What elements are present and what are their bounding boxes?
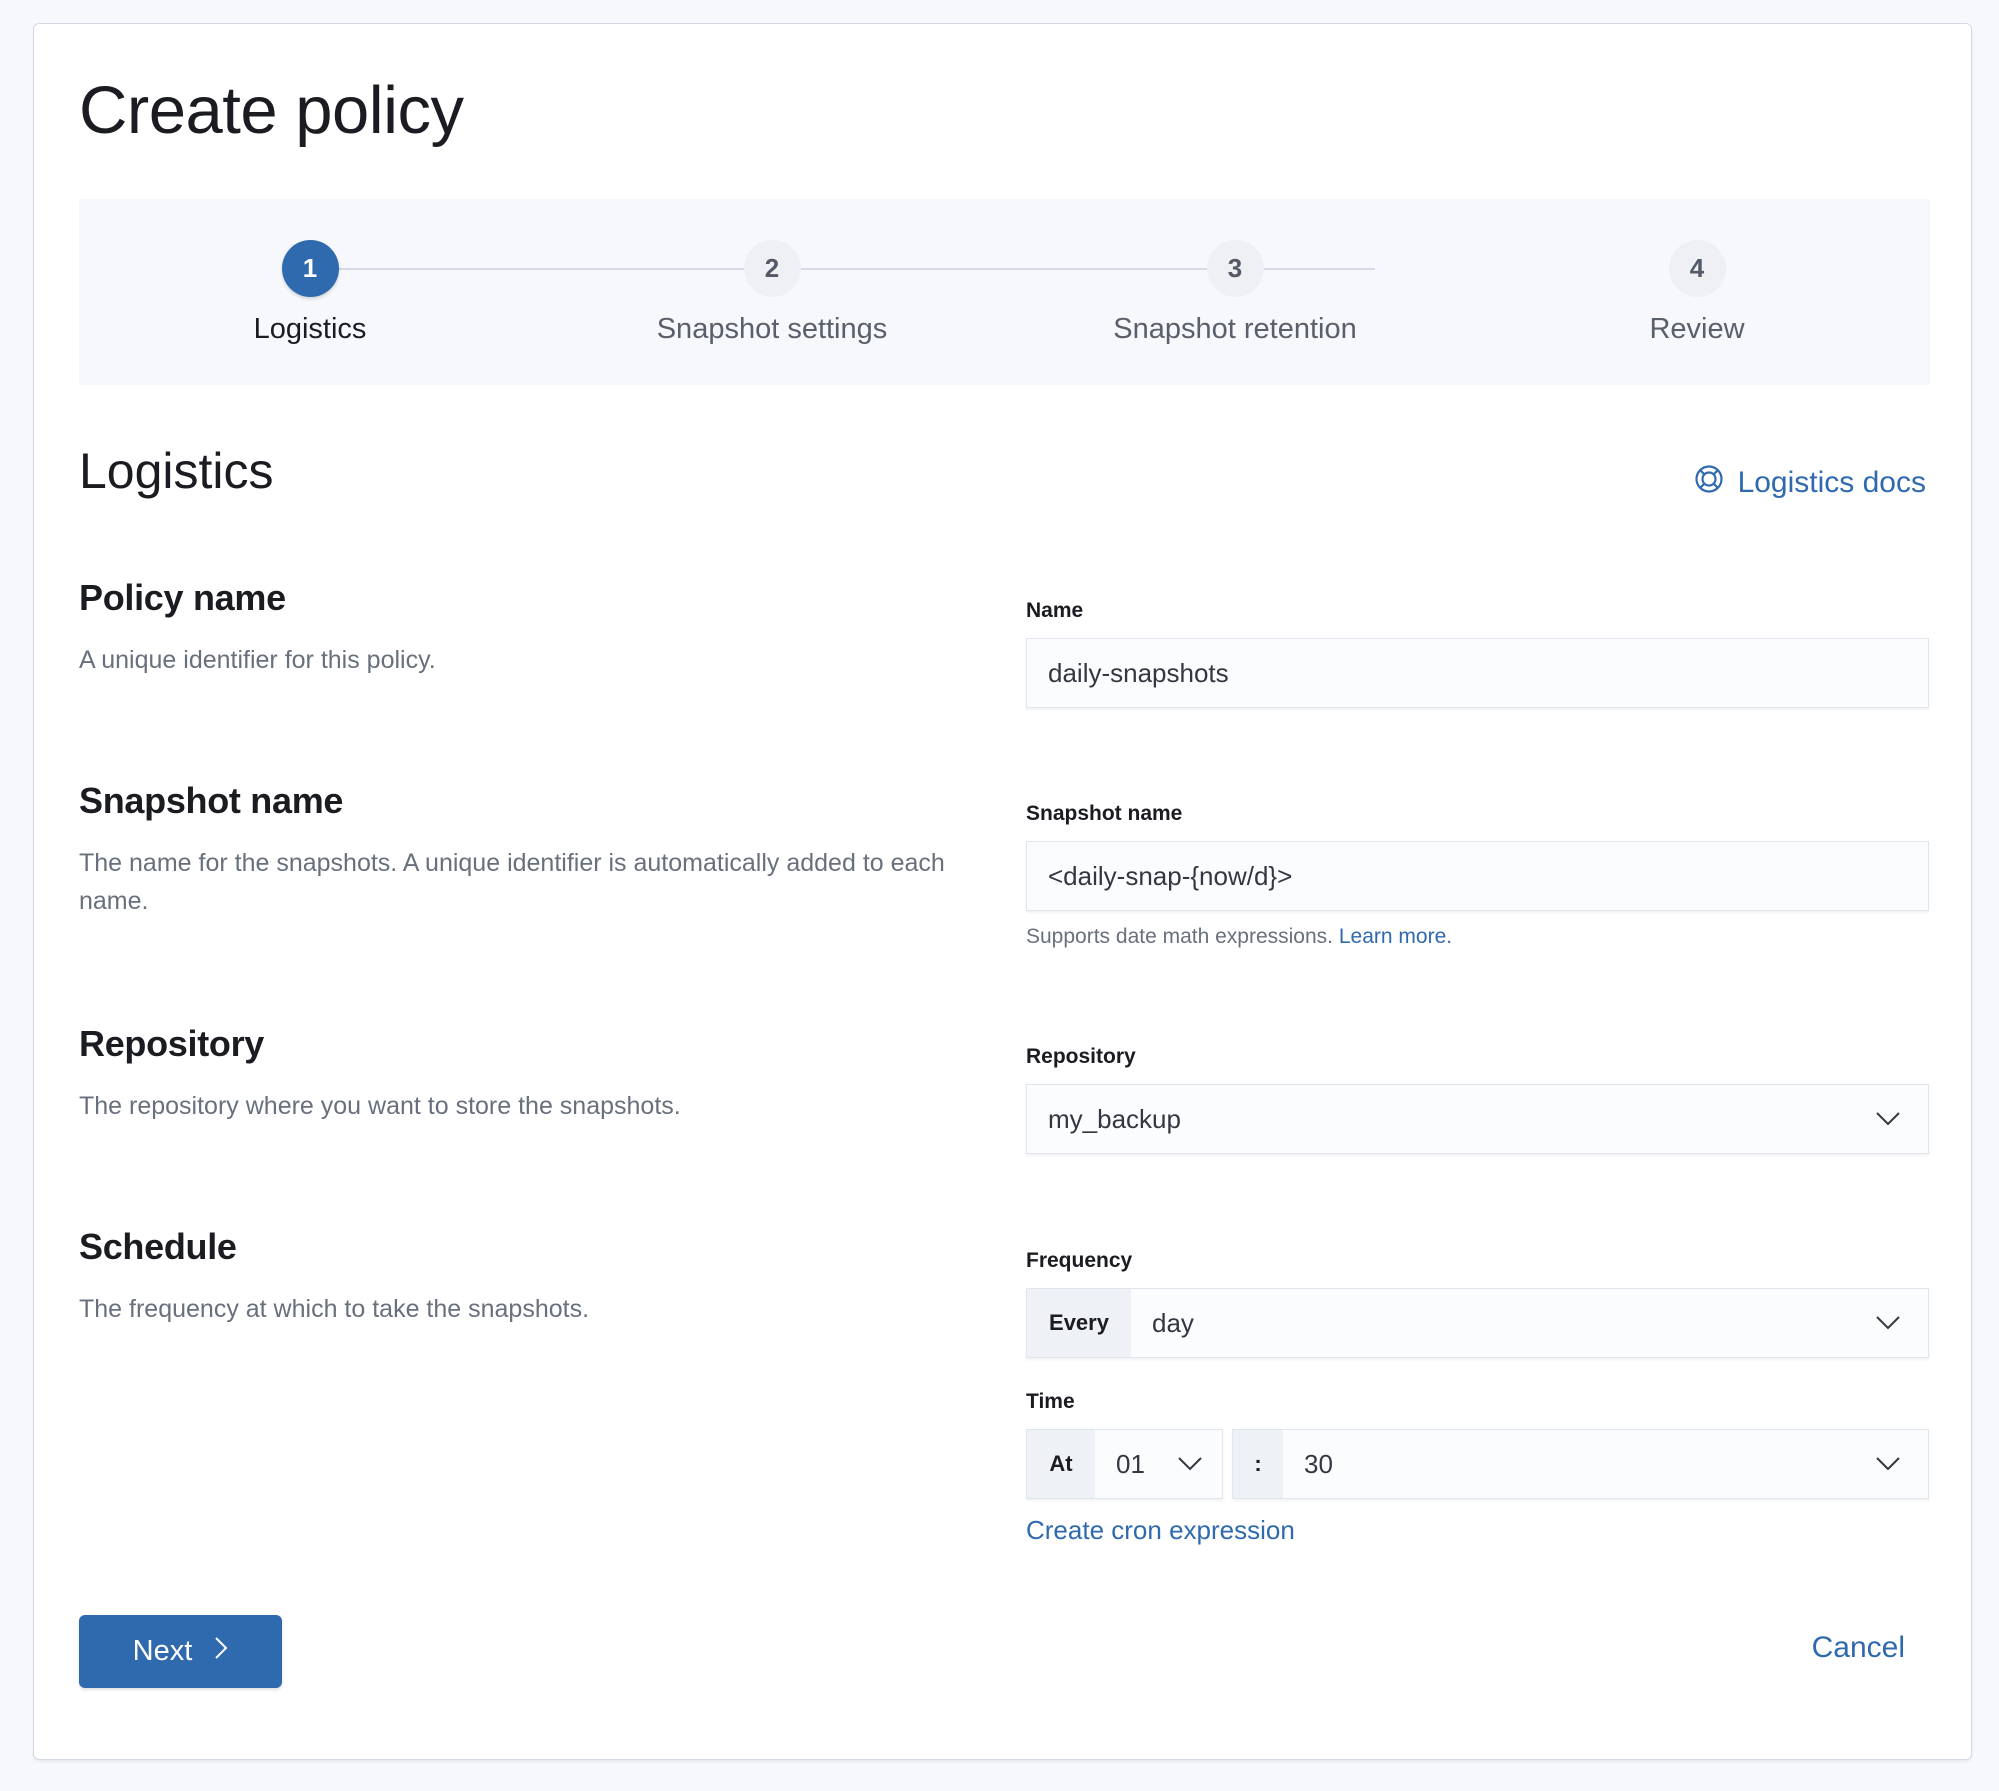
docs-link-label: Logistics docs: [1737, 466, 1926, 499]
frequency-select-value: day: [1152, 1307, 1194, 1338]
steps-nav: 1 Logistics 2 Snapshot settings 3 Snapsh…: [79, 199, 1930, 385]
repository-help: The repository where you want to store t…: [79, 1092, 681, 1120]
page-title: Create policy: [79, 73, 464, 148]
repository-field: Repository my_backup: [1026, 1045, 1929, 1154]
cancel-button[interactable]: Cancel: [1806, 1630, 1911, 1666]
schedule-title: Schedule: [79, 1226, 237, 1267]
next-button-label: Next: [132, 1635, 193, 1667]
repository-select-value: my_backup: [1048, 1103, 1181, 1134]
schedule-help: The frequency at which to take the snaps…: [79, 1295, 590, 1323]
schedule-description: Schedule The frequency at which to take …: [79, 1226, 979, 1328]
policy-name-help: A unique identifier for this policy.: [79, 646, 436, 674]
step-label: Logistics: [253, 313, 367, 345]
frequency-select[interactable]: Every day: [1026, 1288, 1929, 1358]
step-review[interactable]: 4 Review: [1497, 199, 1897, 346]
snapshot-name-label: Snapshot name: [1026, 802, 1183, 825]
step-label: Review: [1649, 313, 1745, 345]
name-label: Name: [1026, 599, 1084, 622]
create-cron-expression-link[interactable]: Create cron expression: [1026, 1515, 1929, 1546]
step-number: 2: [743, 240, 801, 297]
step-number: 1: [281, 240, 339, 297]
step-logistics[interactable]: 1 Logistics: [110, 199, 510, 346]
frequency-field: Frequency Every day: [1026, 1249, 1929, 1358]
create-policy-card: Create policy 1 Logistics 2 Snapshot set…: [33, 23, 1972, 1760]
chevron-right-icon: [214, 1635, 228, 1668]
snapshot-name-field: Snapshot name <daily-snap-{now/d}> Suppo…: [1026, 802, 1929, 949]
repository-label: Repository: [1026, 1045, 1136, 1068]
chevron-down-icon: [1870, 1305, 1906, 1341]
policy-name-title: Policy name: [79, 577, 286, 618]
chevron-down-icon: [1172, 1446, 1208, 1482]
snapshot-name-title: Snapshot name: [79, 780, 344, 821]
snapshot-name-helptext: Supports date math expressions. Learn mo…: [1026, 925, 1929, 949]
colon-prepend: :: [1233, 1430, 1283, 1498]
snapshot-name-description: Snapshot name The name for the snapshots…: [79, 780, 979, 920]
frequency-label: Frequency: [1026, 1249, 1133, 1272]
step-connector: [651, 268, 1013, 270]
every-prepend: Every: [1027, 1289, 1131, 1357]
minute-select-value: 30: [1304, 1448, 1333, 1479]
at-prepend: At: [1027, 1430, 1095, 1498]
name-input[interactable]: daily-snapshots: [1026, 638, 1929, 708]
policy-name-field: Name daily-snapshots: [1026, 599, 1929, 708]
snapshot-name-help: The name for the snapshots. A unique ide…: [79, 849, 945, 915]
chevron-down-icon: [1870, 1446, 1906, 1482]
step-connector: [289, 268, 651, 270]
minute-select[interactable]: : 30: [1232, 1429, 1929, 1499]
step-label: Snapshot settings: [656, 313, 888, 345]
time-controls: At 01 : 30: [1026, 1429, 1929, 1499]
snapshot-name-input-value: <daily-snap-{now/d}>: [1048, 860, 1293, 891]
repository-title: Repository: [79, 1023, 265, 1064]
date-math-help: Supports date math expressions.: [1026, 925, 1334, 948]
step-number: 4: [1668, 240, 1726, 297]
snapshot-name-input[interactable]: <daily-snap-{now/d}>: [1026, 841, 1929, 911]
time-label: Time: [1026, 1390, 1075, 1413]
learn-more-link[interactable]: Learn more.: [1339, 925, 1452, 948]
step-snapshot-retention[interactable]: 3 Snapshot retention: [1035, 199, 1435, 346]
step-label: Snapshot retention: [1113, 313, 1357, 345]
section-title: Logistics: [79, 443, 274, 499]
name-input-value: daily-snapshots: [1048, 657, 1229, 688]
repository-description: Repository The repository where you want…: [79, 1023, 979, 1125]
repository-select[interactable]: my_backup: [1026, 1084, 1929, 1154]
chevron-down-icon: [1870, 1101, 1906, 1137]
logistics-docs-link[interactable]: Logistics docs: [1694, 464, 1926, 502]
lifebuoy-icon: [1694, 464, 1724, 502]
policy-name-description: Policy name A unique identifier for this…: [79, 577, 979, 679]
next-button[interactable]: Next: [79, 1615, 282, 1688]
step-connector: [1013, 268, 1375, 270]
step-number: 3: [1206, 240, 1264, 297]
hour-select-value: 01: [1116, 1448, 1145, 1479]
time-field: Time At 01 : 30 Create cron expression: [1026, 1390, 1929, 1546]
step-snapshot-settings[interactable]: 2 Snapshot settings: [572, 199, 972, 346]
hour-select[interactable]: At 01: [1026, 1429, 1223, 1499]
